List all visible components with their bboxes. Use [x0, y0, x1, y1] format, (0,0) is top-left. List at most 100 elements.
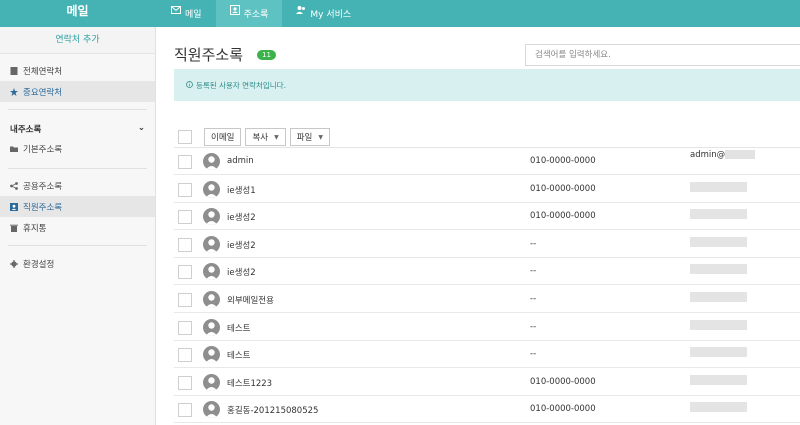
contact-phone: --: [530, 238, 537, 249]
sidebar-item-shared[interactable]: 공용주소록: [0, 175, 155, 196]
sidebar-item-important[interactable]: 중요연락처: [0, 81, 155, 102]
sidebar-item-label: 공용주소록: [23, 181, 63, 192]
avatar: [203, 346, 220, 364]
count-badge: 11: [257, 50, 276, 60]
row-checkbox[interactable]: [178, 210, 192, 225]
nav-my-service[interactable]: My 서비스: [282, 0, 365, 27]
contact-name[interactable]: ie생성2: [227, 211, 256, 223]
redacted-email: [690, 181, 747, 192]
email-button[interactable]: 이메일: [204, 128, 242, 146]
contact-name[interactable]: 외부메일전용: [227, 294, 274, 306]
redacted-email: [690, 374, 747, 385]
users-icon: [296, 6, 306, 14]
nav-mail-label: 메일: [185, 10, 202, 20]
table-row[interactable]: ie생성2 --: [174, 231, 800, 258]
contact-email[interactable]: admin@: [690, 150, 756, 160]
row-checkbox[interactable]: [178, 375, 192, 390]
row-checkbox[interactable]: [178, 182, 192, 197]
folder-icon: [10, 146, 18, 152]
contact-card-icon: [10, 202, 18, 211]
sidebar-divider: [8, 168, 147, 169]
redacted-email: [690, 402, 747, 413]
redacted-email: [690, 292, 747, 302]
avatar: [203, 153, 220, 170]
contact-phone: 010-0000-0000: [530, 183, 596, 194]
table-row[interactable]: ie생성2 --: [174, 258, 800, 286]
contact-name[interactable]: ie생성2: [227, 239, 256, 251]
contact-phone: --: [530, 349, 537, 360]
table-row[interactable]: ie생성2 010-0000-0000: [174, 203, 800, 231]
contact-name[interactable]: 테스트1223: [227, 377, 272, 389]
chevron-down-icon: ⌄: [137, 123, 145, 133]
redacted-email: [690, 347, 747, 358]
row-checkbox[interactable]: [178, 320, 192, 335]
redacted-email: [690, 319, 747, 330]
top-bar: 메일 메일 주소록 My 서비스: [0, 0, 800, 27]
file-dropdown-button[interactable]: 파일 ▼: [289, 128, 330, 146]
table-row[interactable]: admin 010-0000-0000 admin@: [174, 148, 800, 175]
contact-phone: 010-0000-0000: [530, 376, 596, 387]
my-addressbook-label: 내주소록: [10, 125, 42, 135]
row-checkbox[interactable]: [178, 348, 192, 363]
contact-phone: --: [530, 294, 537, 304]
nav-addressbook[interactable]: 주소록: [215, 0, 283, 27]
sidebar-item-label: 휴지통: [23, 223, 47, 234]
table-row[interactable]: 테스트 --: [174, 341, 800, 369]
row-checkbox[interactable]: [178, 403, 192, 418]
contact-phone: --: [530, 266, 537, 277]
contact-name[interactable]: 테스트: [227, 322, 250, 334]
contact-card-icon: [229, 5, 240, 15]
notice-banner: 등록된 사용자 연락처입니다.: [174, 69, 800, 101]
add-contact-button[interactable]: 연락처 추가: [0, 27, 155, 54]
search-input[interactable]: [525, 44, 800, 66]
sidebar-item-default-addressbook[interactable]: 기본주소록: [0, 138, 155, 159]
chevron-down-icon: ▼: [274, 133, 279, 141]
table-row[interactable]: 홍길동-201215080525 010-0000-0000: [174, 396, 800, 424]
notice-text: 등록된 사용자 연락처입니다.: [196, 81, 286, 90]
table-row[interactable]: 외부메일전용 --: [174, 286, 800, 313]
row-checkbox[interactable]: [178, 265, 192, 280]
contact-phone: --: [530, 321, 537, 332]
sidebar-item-label: 직원주소록: [23, 202, 63, 213]
contact-name[interactable]: 테스트: [227, 349, 250, 361]
nav-mail[interactable]: 메일: [157, 0, 216, 27]
info-icon: [186, 81, 193, 88]
app-brand[interactable]: 메일: [0, 0, 155, 27]
sidebar-item-employee[interactable]: 직원주소록: [0, 196, 155, 217]
star-icon: [10, 87, 18, 96]
sidebar-item-label: 기본주소록: [23, 144, 63, 155]
sidebar-item-all-contacts[interactable]: 전체연락처: [0, 60, 155, 81]
sidebar-item-trash[interactable]: 휴지통: [0, 217, 155, 238]
avatar: [203, 263, 220, 281]
sidebar-item-label: 전체연락처: [23, 66, 63, 77]
copy-dropdown-button[interactable]: 복사 ▼: [245, 128, 286, 146]
redacted-email: [690, 209, 747, 220]
copy-button-label: 복사: [252, 133, 269, 143]
table-row[interactable]: ie생성1 010-0000-0000: [174, 176, 800, 203]
contact-name[interactable]: ie생성1: [227, 184, 256, 196]
redacted-email: [690, 264, 747, 275]
my-addressbook-toggle[interactable]: 내주소록 ⌄: [10, 123, 145, 135]
table-row[interactable]: 테스트 --: [174, 314, 800, 341]
select-all-checkbox[interactable]: [178, 130, 192, 144]
page-title: 직원주소록: [174, 46, 244, 64]
row-checkbox[interactable]: [178, 155, 192, 169]
avatar: [203, 235, 220, 253]
table-row[interactable]: 테스트1223 010-0000-0000: [174, 369, 800, 396]
contact-name[interactable]: ie생성2: [227, 266, 256, 278]
avatar: [203, 291, 220, 308]
avatar: [203, 208, 220, 226]
sidebar-divider: [8, 245, 147, 246]
sidebar: 연락처 추가 전체연락처 중요연락처 내주소록 ⌄ 기본주소록 공용주소록 직원…: [0, 27, 156, 425]
contact-phone: 010-0000-0000: [530, 211, 596, 222]
row-checkbox[interactable]: [178, 237, 192, 252]
row-checkbox[interactable]: [178, 293, 192, 307]
share-icon: [10, 181, 18, 190]
contact-name[interactable]: 홍길동-201215080525: [227, 404, 318, 416]
sidebar-item-settings[interactable]: 환경설정: [0, 253, 155, 274]
email-button-label: 이메일: [211, 133, 235, 143]
contact-name[interactable]: admin: [227, 156, 254, 166]
avatar: [203, 401, 220, 419]
redacted-email: [690, 236, 747, 247]
sidebar-item-label: 환경설정: [23, 259, 55, 270]
